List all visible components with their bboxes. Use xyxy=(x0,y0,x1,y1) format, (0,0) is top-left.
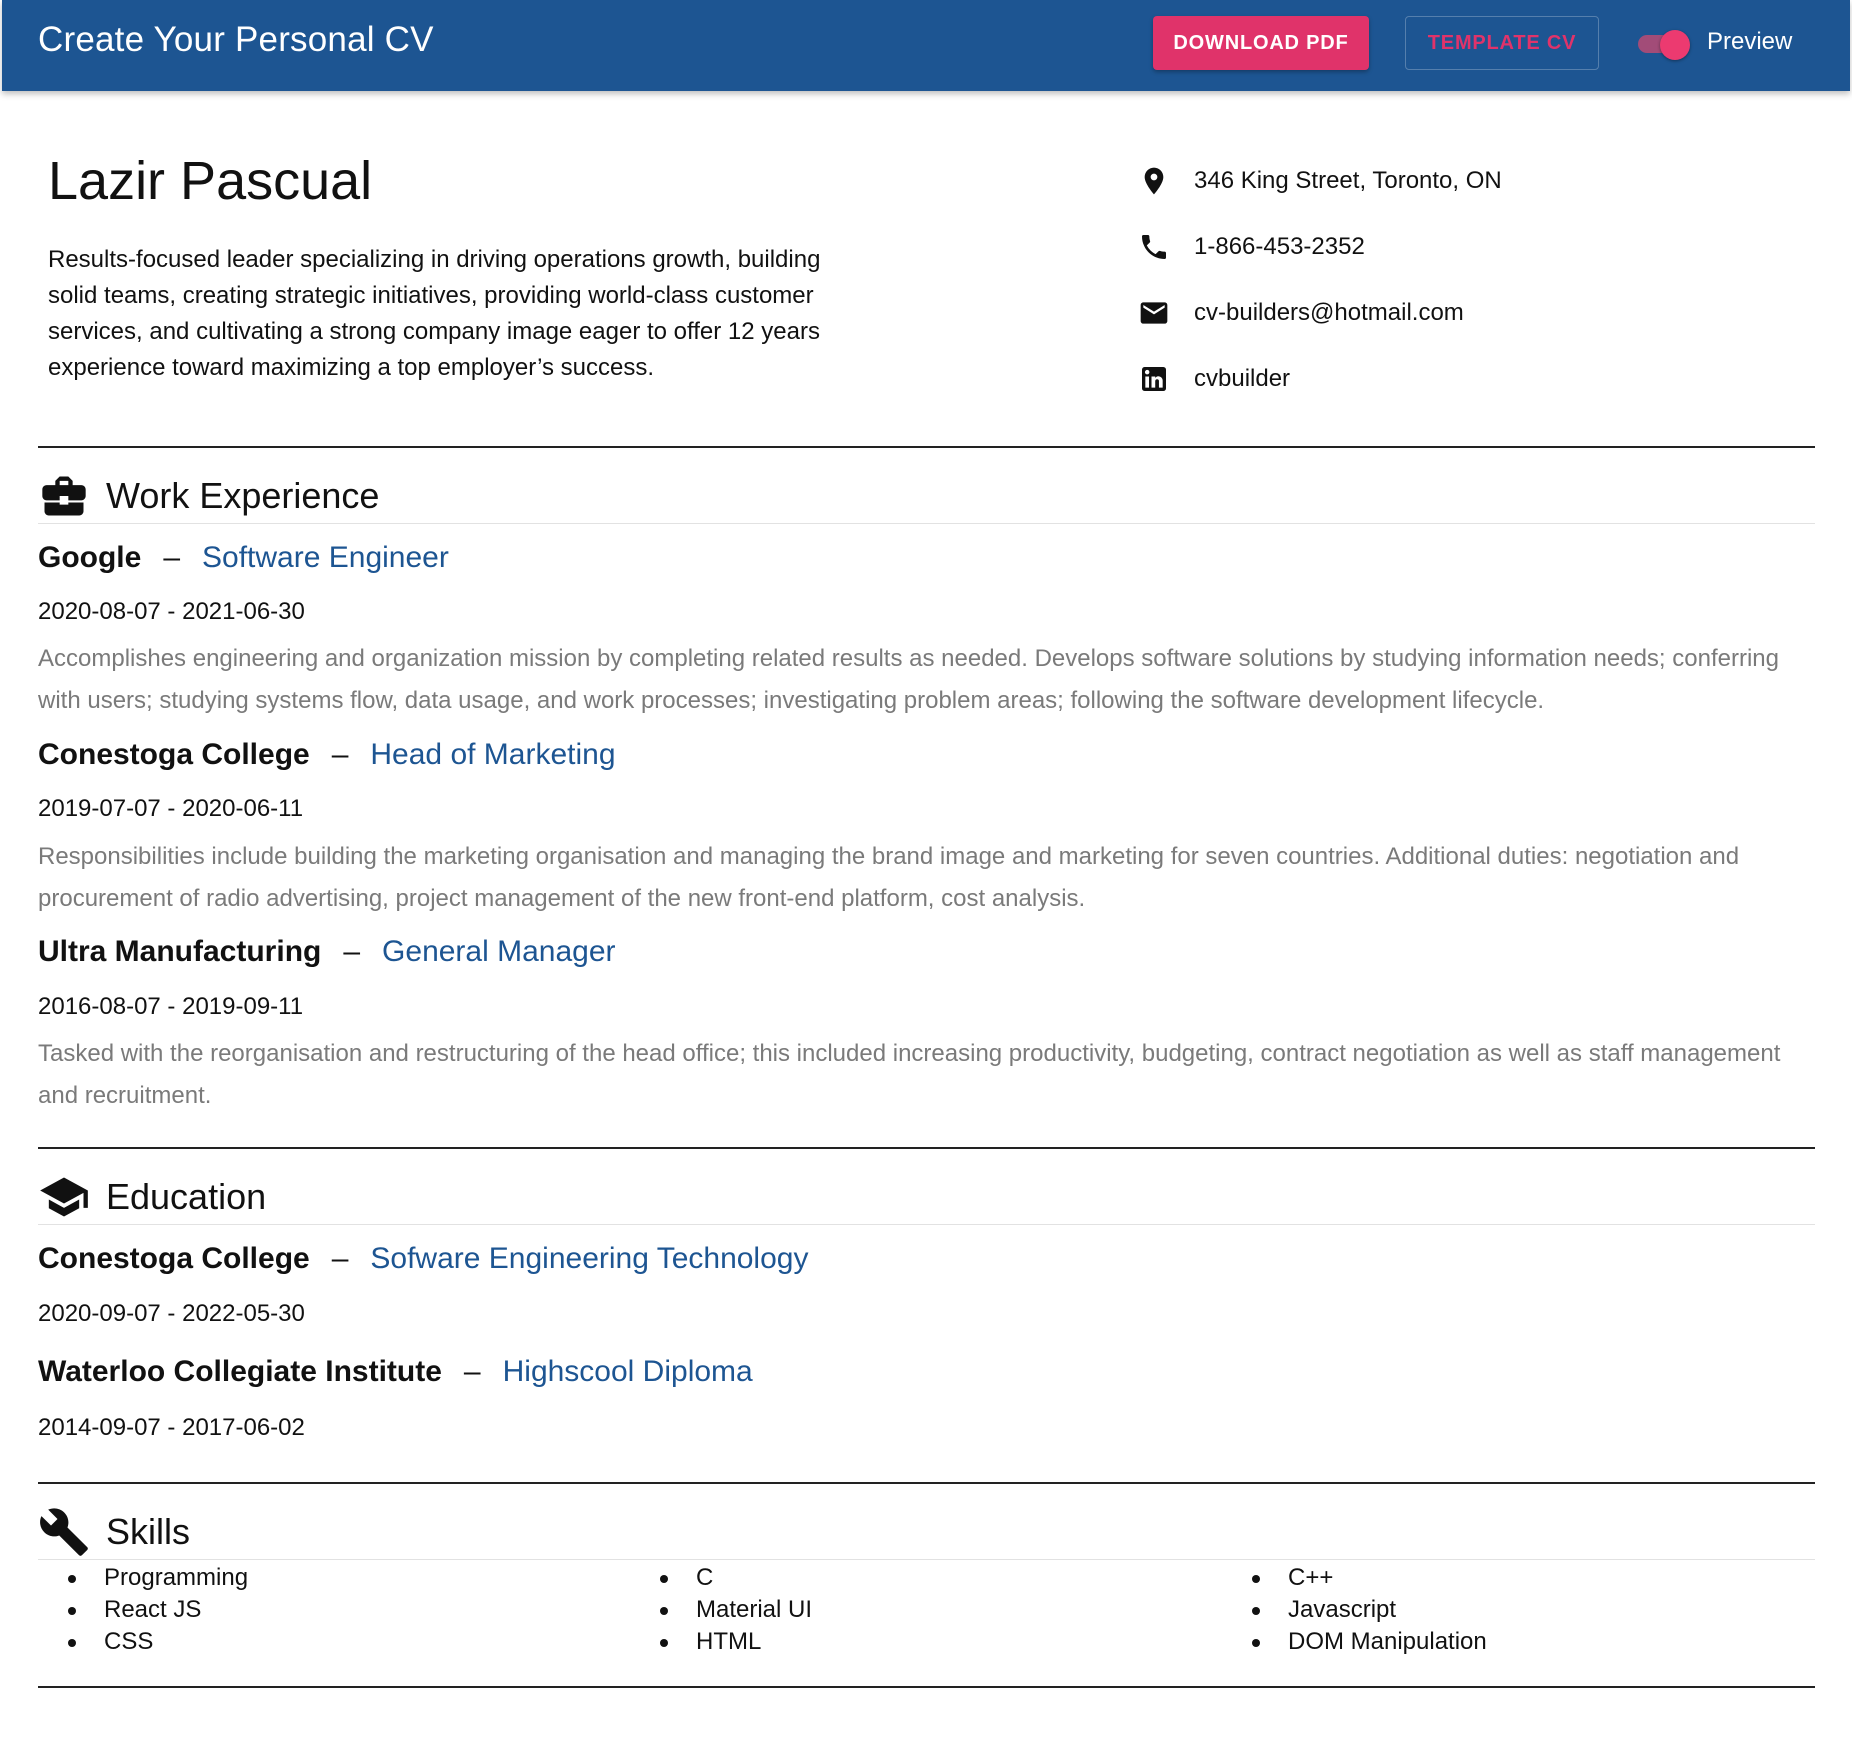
template-cv-button[interactable]: TEMPLATE CV xyxy=(1405,16,1599,70)
preview-label: Preview xyxy=(1707,28,1793,55)
download-pdf-button[interactable]: DOWNLOAD PDF xyxy=(1153,16,1369,70)
work-role: General Manager xyxy=(382,935,616,968)
cv-name: Lazir Pascual xyxy=(48,151,373,211)
work-entry-heading: Google – Software Engineer xyxy=(38,541,449,574)
work-dates: 2020-08-07 - 2021-06-30 xyxy=(38,598,305,625)
work-description: Accomplishes engineering and organizatio… xyxy=(38,645,1779,714)
education-org: Waterloo Collegiate Institute xyxy=(38,1355,442,1388)
skill-item: DOM Manipulation xyxy=(1222,1626,1487,1658)
divider xyxy=(38,446,1815,448)
skills-column: C Material UI HTML xyxy=(630,1562,812,1658)
app-title: Create Your Personal CV xyxy=(38,20,434,59)
contact-phone: 1-866-453-2352 xyxy=(1136,214,1736,280)
section-underline xyxy=(38,523,1815,524)
education-program: Sofware Engineering Technology xyxy=(370,1242,809,1275)
toggle-thumb xyxy=(1660,30,1690,60)
education-entry-heading: Conestoga College – Sofware Engineering Te… xyxy=(38,1242,809,1275)
work-description: Tasked with the reorganisation and restr… xyxy=(38,1040,1781,1109)
work-description: Responsibilities include building the ma… xyxy=(38,843,1740,912)
skill-item: HTML xyxy=(630,1626,812,1658)
contact-address: 346 King Street, Toronto, ON xyxy=(1136,148,1736,214)
education-entry-heading: Waterloo Collegiate Institute – Highscool … xyxy=(38,1355,753,1388)
work-role: Software Engineer xyxy=(202,541,449,574)
education-dates: 2014-09-07 - 2017-06-02 xyxy=(38,1414,305,1441)
contact-list: 346 King Street, Toronto, ON 1-866-453-2… xyxy=(1136,148,1736,412)
work-org: Ultra Manufacturing xyxy=(38,935,322,968)
skills-title-text: Skills xyxy=(106,1511,191,1552)
wrench-icon xyxy=(40,1508,88,1556)
skills-section-title: Skills xyxy=(38,1506,190,1558)
education-dates: 2020-09-07 - 2022-05-30 xyxy=(38,1300,305,1327)
email-text: cv-builders@hotmail.com xyxy=(1194,299,1464,326)
location-pin-icon xyxy=(1136,163,1172,199)
work-org: Google xyxy=(38,541,142,574)
divider xyxy=(38,1147,1815,1149)
contact-email: cv-builders@hotmail.com xyxy=(1136,280,1736,346)
skill-item: CSS xyxy=(38,1626,248,1658)
skills-column: Programming React JS CSS xyxy=(38,1562,248,1658)
skills-column: C++ Javascript DOM Manipulation xyxy=(1222,1562,1487,1658)
work-entry-heading: Conestoga College – Head of Marketing xyxy=(38,738,616,771)
phone-icon xyxy=(1136,229,1172,265)
skill-item: C++ xyxy=(1222,1562,1487,1594)
skill-item: Programming xyxy=(38,1562,248,1594)
briefcase-icon xyxy=(42,476,86,516)
skill-item: Material UI xyxy=(630,1594,812,1626)
graduation-cap-icon xyxy=(40,1177,88,1217)
work-dates: 2019-07-07 - 2020-06-11 xyxy=(38,795,304,822)
work-role: Head of Marketing xyxy=(370,738,616,771)
education-title-text: Education xyxy=(106,1176,267,1217)
linkedin-text: cvbuilder xyxy=(1194,365,1291,392)
cv-summary: Results-focused leader specializing in d… xyxy=(48,246,821,381)
skill-item: Javascript xyxy=(1222,1594,1487,1626)
education-org: Conestoga College xyxy=(38,1242,310,1275)
divider xyxy=(38,1686,1815,1688)
section-underline xyxy=(38,1559,1815,1560)
education-section-title: Education xyxy=(38,1171,266,1223)
section-underline xyxy=(38,1224,1815,1225)
work-entry-heading: Ultra Manufacturing – General Manager xyxy=(38,935,616,968)
email-icon xyxy=(1136,295,1172,331)
skill-item: C xyxy=(630,1562,812,1594)
education-program: Highscool Diploma xyxy=(502,1355,753,1388)
work-org: Conestoga College xyxy=(38,738,310,771)
skill-item: React JS xyxy=(38,1594,248,1626)
work-section-title: Work Experience xyxy=(38,470,379,522)
work-dates: 2016-08-07 - 2019-09-11 xyxy=(38,993,304,1020)
phone-text: 1-866-453-2352 xyxy=(1194,233,1365,260)
preview-toggle[interactable] xyxy=(1638,30,1692,60)
divider xyxy=(38,1482,1815,1484)
app-bar: Create Your Personal CV DOWNLOAD PDF TEM… xyxy=(2,0,1850,91)
contact-linkedin: cvbuilder xyxy=(1136,346,1736,412)
linkedin-icon xyxy=(1136,361,1172,397)
address-text: 346 King Street, Toronto, ON xyxy=(1194,167,1502,194)
work-title-text: Work Experience xyxy=(106,475,380,516)
